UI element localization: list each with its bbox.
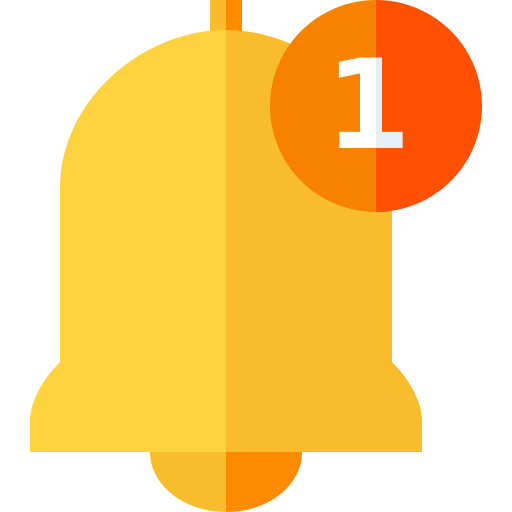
notification-bell-icon-container: 1 1 [0,0,512,512]
bell-hanger-left [210,0,226,32]
notification-badge-icon[interactable]: 1 1 [270,0,482,212]
bell-clapper-left [150,452,226,512]
bell-hanger-right [226,0,242,32]
bell-icon: 1 1 [30,0,482,512]
bell-clapper-right [226,452,302,512]
bell-body-left [30,30,226,452]
